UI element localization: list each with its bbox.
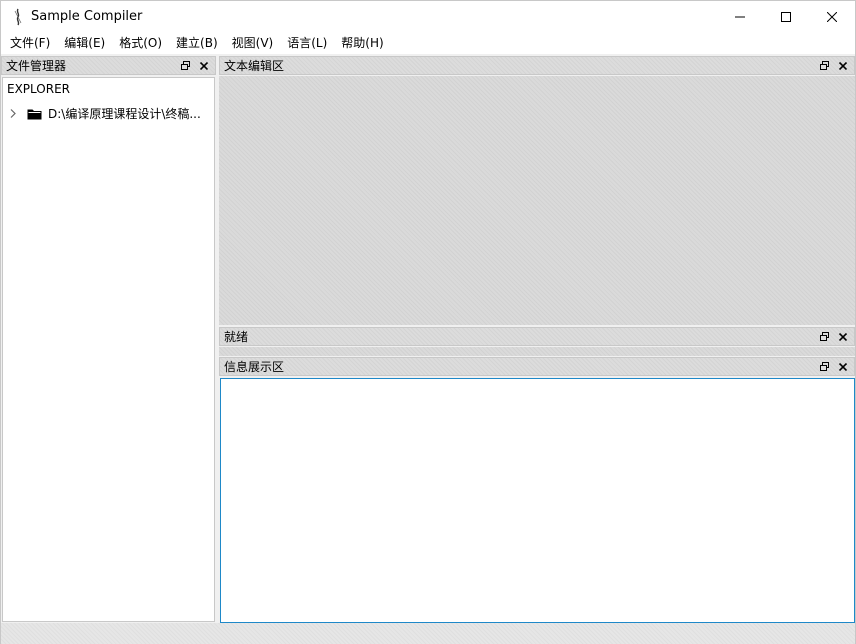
float-icon — [819, 362, 829, 371]
editor-area[interactable] — [219, 76, 855, 325]
file-manager-header[interactable]: 文件管理器 — [1, 56, 216, 75]
close-icon — [827, 11, 837, 22]
close-icon — [839, 61, 847, 70]
maximize-icon — [781, 11, 791, 22]
float-panel-button[interactable] — [816, 359, 832, 375]
menu-edit[interactable]: 编辑(E) — [57, 33, 112, 53]
chevron-right-icon[interactable] — [7, 108, 19, 120]
close-panel-button[interactable] — [835, 359, 851, 375]
title-bar[interactable]: Sample Compiler — [1, 1, 855, 32]
window-controls — [717, 1, 855, 32]
editor-title: 文本编辑区 — [224, 59, 285, 73]
float-panel-button[interactable] — [816, 58, 832, 74]
close-button[interactable] — [809, 1, 855, 32]
status-panel-body — [219, 347, 855, 356]
explorer-label: EXPLORER — [7, 82, 70, 96]
menu-help[interactable]: 帮助(H) — [334, 33, 390, 53]
app-logo-icon — [10, 8, 26, 26]
close-panel-button[interactable] — [196, 58, 212, 74]
float-icon — [819, 61, 829, 70]
menu-file[interactable]: 文件(F) — [3, 33, 57, 53]
minimize-icon — [735, 16, 745, 17]
status-panel-title: 就绪 — [224, 330, 249, 344]
maximize-button[interactable] — [763, 1, 809, 32]
float-panel-button[interactable] — [177, 58, 193, 74]
menu-bar: 文件(F) 编辑(E) 格式(O) 建立(B) 视图(V) 语言(L) 帮助(H… — [1, 32, 855, 54]
float-panel-button[interactable] — [816, 329, 832, 345]
menu-language[interactable]: 语言(L) — [280, 33, 334, 53]
menu-build[interactable]: 建立(B) — [169, 33, 225, 53]
file-manager-title: 文件管理器 — [6, 59, 67, 73]
menu-view[interactable]: 视图(V) — [225, 33, 281, 53]
close-icon — [200, 61, 208, 70]
info-panel-title: 信息展示区 — [224, 360, 285, 374]
window-title: Sample Compiler — [31, 9, 143, 24]
status-panel-header[interactable]: 就绪 — [219, 327, 855, 346]
close-icon — [839, 332, 847, 341]
status-bar — [1, 623, 855, 644]
editor-header[interactable]: 文本编辑区 — [219, 56, 855, 75]
close-panel-button[interactable] — [835, 58, 851, 74]
tree-item-label: D:\编译原理课程设计\终稿... — [48, 107, 201, 121]
minimize-button[interactable] — [717, 1, 763, 32]
tree-item-folder[interactable]: D:\编译原理课程设计\终稿... — [7, 105, 201, 122]
close-icon — [839, 362, 847, 371]
menu-format[interactable]: 格式(O) — [112, 33, 169, 53]
float-icon — [180, 61, 190, 70]
info-panel-header[interactable]: 信息展示区 — [219, 357, 855, 376]
file-manager-body: EXPLORER D:\编译原理课程设计\终稿... — [2, 77, 215, 622]
info-panel-body[interactable] — [220, 378, 855, 623]
app-window: Sample Compiler 文件(F) 编辑(E) 格式(O) 建立(B) … — [0, 0, 856, 644]
folder-icon — [27, 108, 42, 120]
float-icon — [819, 332, 829, 341]
close-panel-button[interactable] — [835, 329, 851, 345]
